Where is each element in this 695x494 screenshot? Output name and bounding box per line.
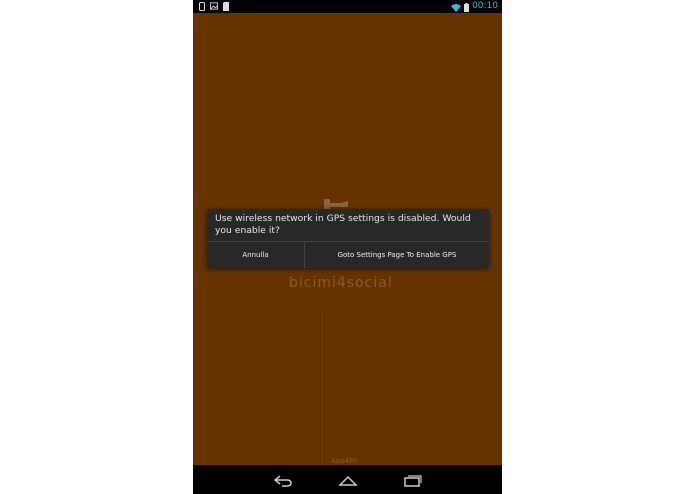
- cancel-button[interactable]: Annulla: [207, 242, 304, 268]
- home-icon[interactable]: [338, 473, 358, 487]
- image-notification-icon: [210, 1, 218, 11]
- phone-notification-icon: [198, 1, 206, 11]
- sd-card-icon: [222, 1, 230, 11]
- status-indicators: 00:10: [451, 0, 498, 13]
- background-divider: [322, 313, 323, 463]
- recent-apps-icon[interactable]: [403, 473, 423, 487]
- device-screen: 00:10 bicimi4social App4Mi Use wireless …: [193, 0, 502, 494]
- goto-settings-button[interactable]: Goto Settings Page To Enable GPS: [305, 242, 489, 268]
- footer-text: App4Mi: [331, 457, 358, 465]
- status-time: 00:10: [472, 1, 498, 11]
- dialog-message: Use wireless network in GPS settings is …: [215, 213, 471, 236]
- navigation-bar: [193, 465, 502, 494]
- status-notifications: [198, 1, 230, 11]
- watermark-text: bicimi4social: [289, 275, 393, 291]
- gps-disabled-dialog: Use wireless network in GPS settings is …: [207, 209, 489, 268]
- back-icon[interactable]: [273, 473, 293, 487]
- status-bar: 00:10: [193, 0, 502, 13]
